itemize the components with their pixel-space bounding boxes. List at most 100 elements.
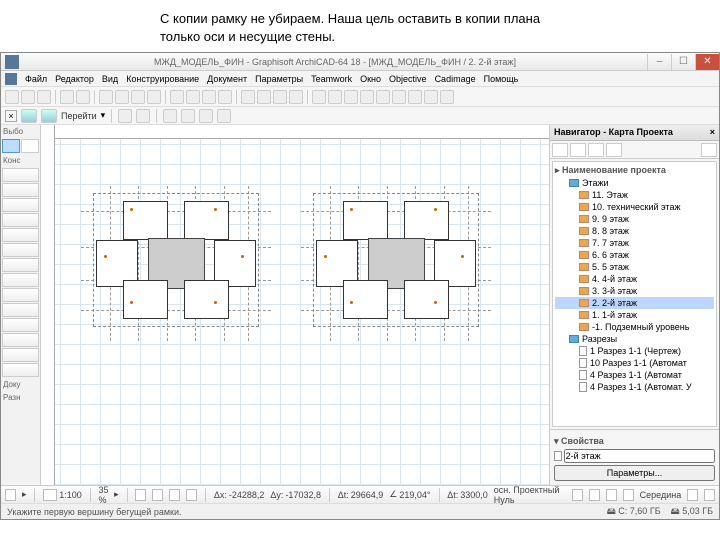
sb-fit-icon[interactable] [169,489,180,501]
tree-story-item[interactable]: 1. 1-й этаж [555,309,714,321]
tree-story-item[interactable]: 2. 2-й этаж [555,297,714,309]
sb-snap4-icon[interactable] [623,489,634,501]
menu-params[interactable]: Параметры [255,74,303,84]
props-name-input[interactable] [564,449,715,463]
sb-pan-icon[interactable] [186,489,197,501]
tool-3d-icon[interactable] [186,90,200,104]
app-menu-icon[interactable] [5,73,17,85]
tool-pen-icon[interactable] [257,90,271,104]
tree-story-item[interactable]: 5. 5 этаж [555,261,714,273]
window-tool[interactable] [2,213,39,227]
tool-cut-icon[interactable] [131,90,145,104]
menu-teamwork[interactable]: Teamwork [311,74,352,84]
sb-zoom2-icon[interactable] [152,489,163,501]
tree-section-item[interactable]: 10 Разрез 1-1 (Автомат [555,357,714,369]
nav-tab-publisher[interactable] [606,143,622,157]
chevron-right-icon[interactable]: ▸ [22,489,27,500]
nav-tab-view[interactable] [570,143,586,157]
tree-section-item[interactable]: 4 Разрез 1-1 (Автомат [555,369,714,381]
middle-label[interactable]: Середина [640,490,682,500]
snap-icon[interactable] [199,109,213,123]
origin-label[interactable]: осн. Проектный Нуль [494,485,560,505]
minimize-button[interactable]: – [647,54,671,70]
tool-layers-icon[interactable] [241,90,255,104]
menu-objective[interactable]: Objective [389,74,427,84]
menu-help[interactable]: Помощь [484,74,519,84]
sb-snap2-icon[interactable] [589,489,600,501]
sb-zoom1-icon[interactable] [135,489,146,501]
menu-window[interactable]: Окно [360,74,381,84]
menu-view[interactable]: Вид [102,74,118,84]
tree-story-item[interactable]: 10. технический этаж [555,201,714,213]
tree-section-item[interactable]: 4 Разрез 1-1 (Автомат. У [555,381,714,393]
door-tool[interactable] [2,228,39,242]
tree-story-item[interactable]: -1. Подземный уровень [555,321,714,333]
params-button[interactable]: Параметры... [554,465,715,481]
sb-quickopt-icon[interactable] [5,489,16,501]
tool-save-icon[interactable] [37,90,51,104]
nav-fwd-button[interactable] [41,109,57,123]
shell-tool[interactable] [2,303,39,317]
nav-go-label[interactable]: Перейти [61,111,97,121]
tool-render-icon[interactable] [312,90,326,104]
nav-tab-layout[interactable] [588,143,604,157]
tool-grid-icon[interactable] [328,90,342,104]
tree-story-item[interactable]: 8. 8 этаж [555,225,714,237]
tool-undo-icon[interactable] [60,90,74,104]
object-tool[interactable] [2,243,39,257]
curtain-tool[interactable] [2,333,39,347]
tool-schedule-icon[interactable] [344,90,358,104]
tool-more-icon[interactable] [360,90,374,104]
tree-story-item[interactable]: 4. 4-й этаж [555,273,714,285]
tool-redo-icon[interactable] [76,90,90,104]
sb-snap3-icon[interactable] [606,489,617,501]
sb-snap5-icon[interactable] [687,489,698,501]
layer-icon[interactable] [181,109,195,123]
drawing-canvas[interactable] [41,125,549,485]
tree-story-item[interactable]: 9. 9 этаж [555,213,714,225]
project-tree[interactable]: ▸ Наименование проекта Этажи 11. Этаж10.… [552,161,717,427]
tool-text-icon[interactable] [273,90,287,104]
tree-story-item[interactable]: 3. 3-й этаж [555,285,714,297]
mesh-tool[interactable] [2,318,39,332]
stair-tool[interactable] [2,273,39,287]
close-button[interactable]: ✕ [695,54,719,70]
tool-sun-icon[interactable] [218,90,232,104]
slab-tool[interactable] [2,258,39,272]
morph-tool[interactable] [2,363,39,377]
arrow-tool[interactable] [2,139,20,153]
toolbar-close-icon[interactable]: × [5,110,17,122]
sb-snap1-icon[interactable] [572,489,583,501]
scale-value[interactable]: 1:100 [59,490,82,500]
fit-icon[interactable] [163,109,177,123]
roof-tool[interactable] [2,288,39,302]
tree-sections[interactable]: Разрезы [555,333,714,345]
view-opt1-icon[interactable] [118,109,132,123]
tool-extra2-icon[interactable] [408,90,422,104]
sb-snap6-icon[interactable] [704,489,715,501]
tool-extra3-icon[interactable] [424,90,438,104]
zone-tool[interactable] [2,348,39,362]
trace-icon[interactable] [217,109,231,123]
view-opt2-icon[interactable] [136,109,150,123]
nav-tab-options[interactable] [701,143,717,157]
tool-new-icon[interactable] [5,90,19,104]
menu-document[interactable]: Документ [207,74,247,84]
tree-story-item[interactable]: 11. Этаж [555,189,714,201]
tool-marquee-icon[interactable] [115,90,129,104]
nav-tab-project[interactable] [552,143,568,157]
column-tool[interactable] [2,183,39,197]
tree-story-item[interactable]: 6. 6 этаж [555,249,714,261]
tool-extra1-icon[interactable] [392,90,406,104]
chevron-down-icon[interactable]: ▾ [101,110,106,121]
tool-pick-icon[interactable] [99,90,113,104]
tool-extra4-icon[interactable] [440,90,454,104]
nav-back-button[interactable] [21,109,37,123]
tool-open-icon[interactable] [21,90,35,104]
navigator-close-icon[interactable]: × [710,127,715,138]
tool-find-icon[interactable] [376,90,390,104]
maximize-button[interactable]: ☐ [671,54,695,70]
tree-stories[interactable]: Этажи [555,177,714,189]
tool-dim-icon[interactable] [289,90,303,104]
tree-project-name[interactable]: ▸ Наименование проекта [555,164,714,177]
